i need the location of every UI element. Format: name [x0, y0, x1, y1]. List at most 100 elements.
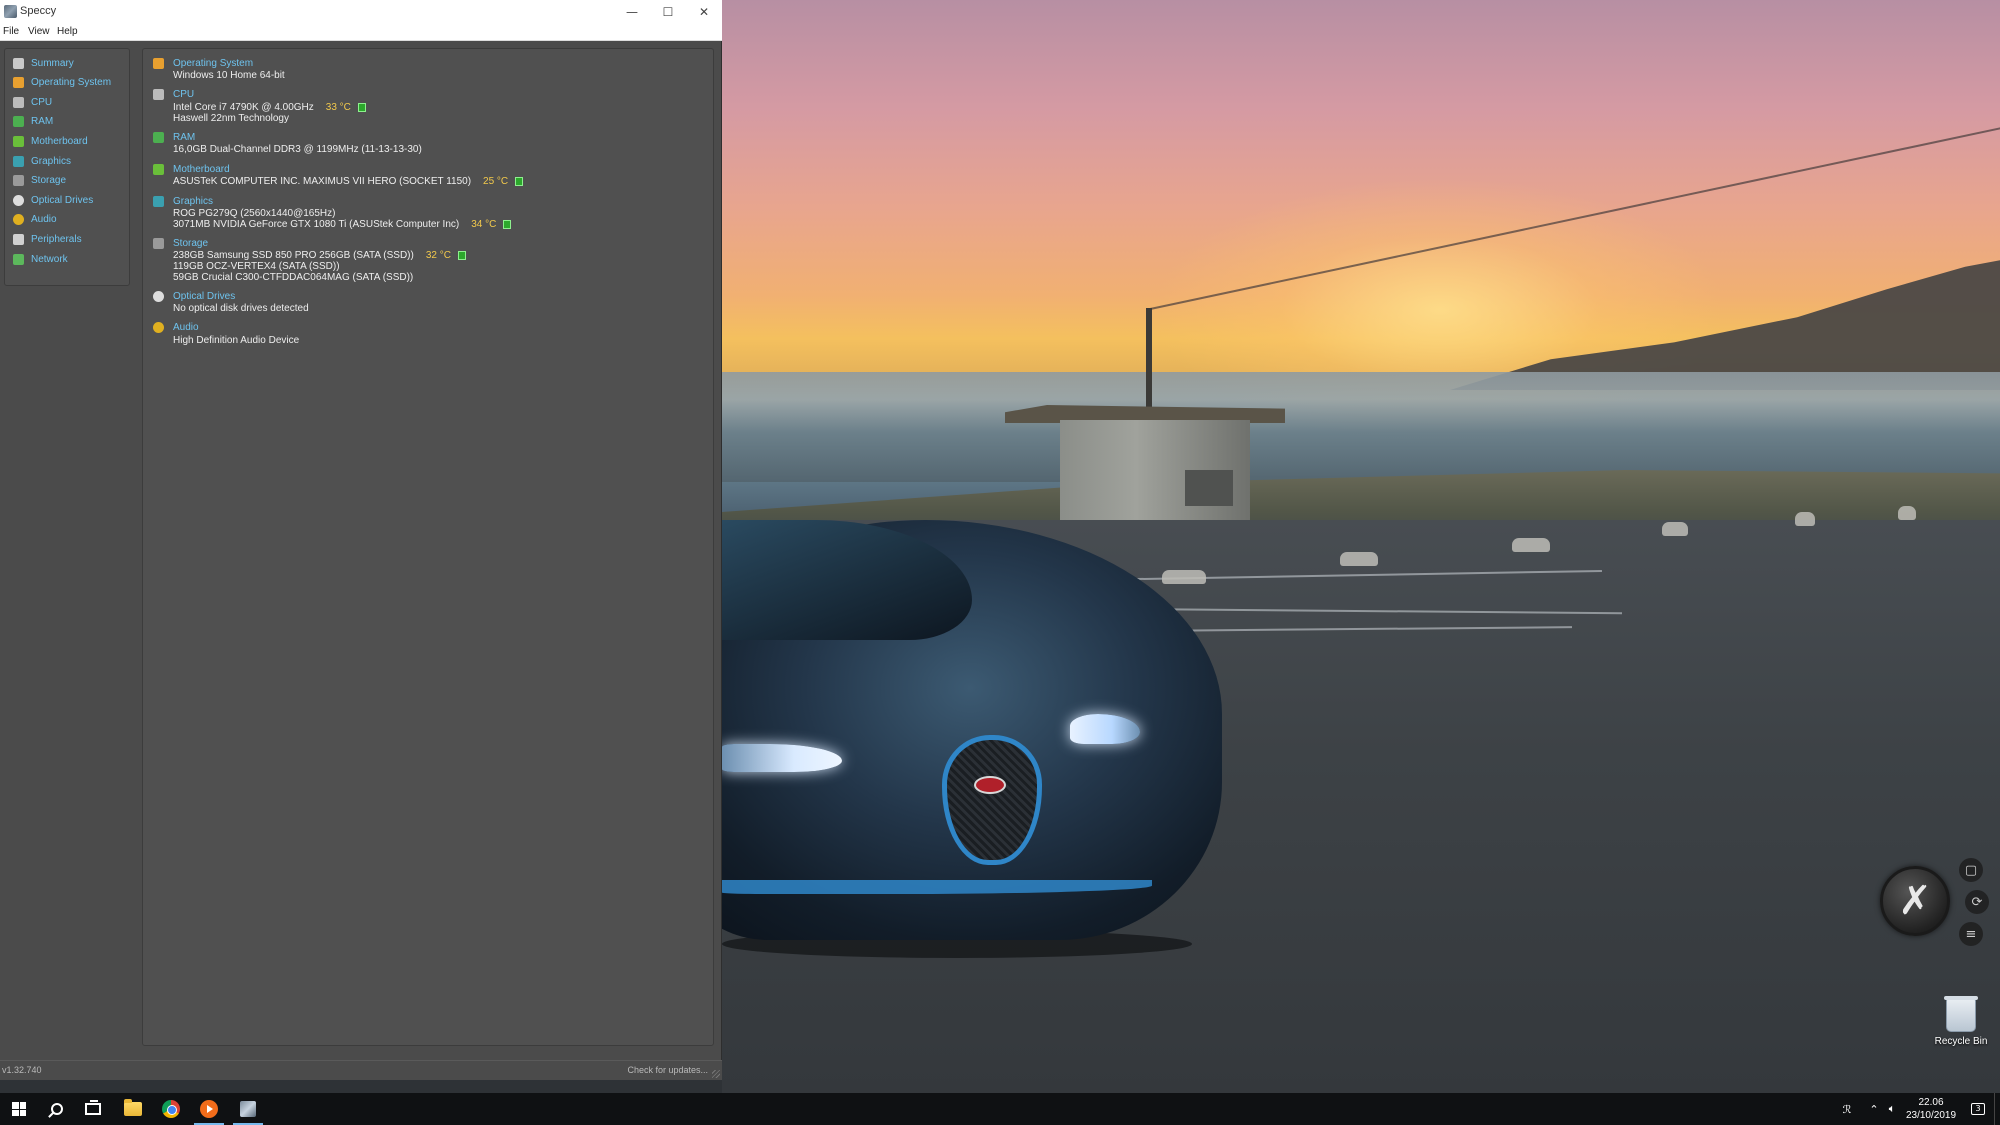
- recycle-bin[interactable]: Recycle Bin: [1924, 996, 1998, 1056]
- menu-file[interactable]: File: [3, 26, 19, 37]
- parking-stone: [1340, 552, 1378, 566]
- sidebar-item-summary[interactable]: Summary: [13, 55, 74, 71]
- optical-drive-icon: [13, 194, 24, 206]
- task-view-button[interactable]: [74, 1093, 112, 1125]
- x-logo-icon[interactable]: ✗: [1880, 866, 1950, 936]
- temperature-indicator-icon[interactable]: [503, 220, 512, 229]
- menu-bar: File View Help: [0, 23, 722, 41]
- file-explorer-button[interactable]: [114, 1093, 152, 1125]
- section-title[interactable]: Storage: [173, 238, 208, 249]
- close-button[interactable]: ✕: [686, 0, 722, 23]
- resize-grip-icon[interactable]: [712, 1070, 720, 1078]
- sidebar-item-label[interactable]: Optical Drives: [31, 195, 93, 206]
- title-bar[interactable]: Speccy — ☐ ✕: [0, 0, 722, 23]
- clock-time[interactable]: 22.06: [1898, 1096, 1964, 1109]
- search-button[interactable]: [38, 1093, 76, 1125]
- graphics-icon: [153, 195, 164, 207]
- sidebar-item-peripherals[interactable]: Peripherals: [13, 231, 82, 247]
- section-line: 238GB Samsung SSD 850 PRO 256GB (SATA (S…: [173, 250, 466, 261]
- notification-count[interactable]: 3: [1971, 1103, 1985, 1115]
- sidebar-item-label[interactable]: RAM: [31, 116, 53, 127]
- motherboard-icon: [153, 163, 164, 175]
- sidebar-item-audio[interactable]: Audio: [13, 212, 57, 228]
- audio-icon: [13, 214, 24, 226]
- speccy-taskbar-button[interactable]: [229, 1093, 267, 1125]
- sidebar-item-label[interactable]: Peripherals: [31, 234, 82, 245]
- spec-value: 119GB OCZ-VERTEX4 (SATA (SSD)): [173, 261, 340, 273]
- show-desktop-button[interactable]: [1994, 1093, 2000, 1125]
- media-player-button[interactable]: [190, 1093, 228, 1125]
- sidebar-item-label[interactable]: Audio: [31, 214, 57, 225]
- version-label: v1.32.740: [2, 1065, 42, 1075]
- section-title[interactable]: Motherboard: [173, 164, 230, 175]
- sidebar-item-label[interactable]: Summary: [31, 58, 74, 69]
- section-title[interactable]: Audio: [173, 322, 199, 333]
- sidebar-item-graphics[interactable]: Graphics: [13, 153, 71, 169]
- notification-icon[interactable]: 3: [1966, 1093, 1990, 1125]
- gadget-menu-icon[interactable]: ≡: [1959, 922, 1983, 946]
- sidebar-item-storage[interactable]: Storage: [13, 173, 66, 189]
- sidebar-item-ram[interactable]: RAM: [13, 114, 53, 130]
- sidebar-item-operating-system[interactable]: Operating System: [13, 75, 111, 91]
- minimize-button[interactable]: —: [614, 0, 650, 23]
- speccy-icon[interactable]: [240, 1101, 256, 1117]
- section-header: Graphics: [153, 195, 491, 207]
- sidebar-item-network[interactable]: Network: [13, 251, 68, 267]
- people-icon[interactable]: ℛ: [1836, 1093, 1858, 1125]
- chrome-button[interactable]: [152, 1093, 190, 1125]
- chrome-icon[interactable]: [162, 1100, 180, 1118]
- media-player-icon[interactable]: [200, 1100, 218, 1118]
- clock[interactable]: 22.06 23/10/2019: [1898, 1096, 1964, 1122]
- sidebar-item-cpu[interactable]: CPU: [13, 94, 52, 110]
- section-title[interactable]: Optical Drives: [173, 291, 235, 302]
- section-title[interactable]: Operating System: [173, 58, 253, 69]
- spec-value: 16,0GB Dual-Channel DDR3 @ 1199MHz (11-1…: [173, 144, 422, 156]
- temperature-indicator-icon[interactable]: [515, 177, 524, 187]
- gadget-window-icon[interactable]: ▢: [1959, 858, 1983, 882]
- desktop-gadget[interactable]: ✗ ▢ ⟳ ≡: [1880, 858, 1990, 958]
- section-title[interactable]: RAM: [173, 132, 195, 143]
- section-line: Intel Core i7 4790K @ 4.00GHz 33 °C: [173, 102, 366, 113]
- spec-value: No optical disk drives detected: [173, 303, 309, 314]
- start-button[interactable]: [0, 1093, 38, 1125]
- sidebar-item-label[interactable]: Network: [31, 254, 68, 265]
- gadget-refresh-icon[interactable]: ⟳: [1965, 890, 1989, 914]
- windows-logo-icon: [13, 77, 24, 89]
- motherboard-icon: [13, 135, 24, 147]
- speccy-app-icon[interactable]: [4, 5, 17, 18]
- menu-help[interactable]: Help: [57, 26, 78, 37]
- clock-date[interactable]: 23/10/2019: [1898, 1109, 1964, 1122]
- cpu-icon: [153, 89, 164, 101]
- sidebar-item-label[interactable]: CPU: [31, 97, 52, 108]
- sidebar-item-optical-drives[interactable]: Optical Drives: [13, 192, 93, 208]
- section-header: Storage: [153, 237, 446, 249]
- section-storage: Storage 238GB Samsung SSD 850 PRO 256GB (…: [153, 237, 466, 283]
- menu-view[interactable]: View: [28, 26, 50, 37]
- chevron-up-icon[interactable]: ⌃: [1864, 1093, 1884, 1125]
- parking-stone: [1795, 512, 1815, 526]
- check-updates-link[interactable]: Check for updates...: [627, 1065, 708, 1075]
- temperature-indicator-icon[interactable]: [357, 102, 366, 112]
- temperature-value: 34 °C: [471, 219, 497, 230]
- recycle-bin-label[interactable]: Recycle Bin: [1924, 1036, 1998, 1047]
- start-icon[interactable]: [12, 1102, 26, 1116]
- sidebar-item-label[interactable]: Graphics: [31, 156, 71, 167]
- task-view-icon[interactable]: [85, 1100, 101, 1115]
- storage-icon: [153, 237, 164, 249]
- sidebar-item-label[interactable]: Storage: [31, 175, 66, 186]
- recycle-bin-icon[interactable]: [1944, 996, 1978, 1032]
- temperature-indicator-icon[interactable]: [457, 251, 466, 261]
- sea: [722, 372, 2000, 482]
- section-header: RAM: [153, 131, 402, 143]
- maximize-button[interactable]: ☐: [650, 0, 686, 23]
- sidebar-item-motherboard[interactable]: Motherboard: [13, 133, 88, 149]
- sidebar-item-label[interactable]: Motherboard: [31, 136, 88, 147]
- section-title[interactable]: Graphics: [173, 196, 213, 207]
- section-line: 119GB OCZ-VERTEX4 (SATA (SSD)): [173, 261, 466, 272]
- search-icon[interactable]: [51, 1103, 63, 1115]
- section-title[interactable]: CPU: [173, 89, 194, 100]
- file-explorer-icon[interactable]: [124, 1099, 142, 1116]
- lifeguard-hut-window: [1185, 470, 1233, 506]
- sidebar-item-label[interactable]: Operating System: [31, 77, 111, 88]
- temperature-value: 33 °C: [325, 101, 351, 113]
